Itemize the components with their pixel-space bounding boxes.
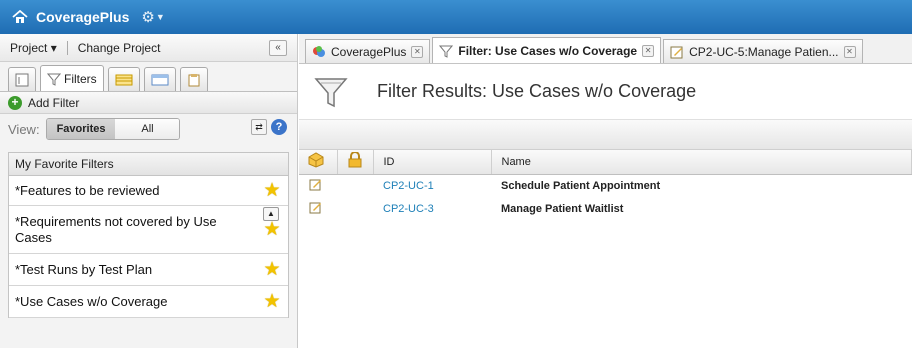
- star-icon[interactable]: ★: [262, 259, 282, 280]
- page-title: Filter Results: Use Cases w/o Coverage: [377, 81, 697, 101]
- project-bar: Project ▾ Change Project «: [0, 34, 297, 62]
- results-table: ID Name CP2-UC-1 Schedule Patient Appoin…: [299, 150, 912, 220]
- tab-coverageplus[interactable]: CoveragePlus ✕: [305, 39, 431, 63]
- list-item[interactable]: *Requirements not covered by Use Cases ★: [9, 206, 288, 254]
- toolbar: [299, 120, 912, 150]
- document-tabs: CoveragePlus ✕ Filter: Use Cases w/o Cov…: [299, 34, 912, 64]
- left-tabs: Filters: [0, 62, 297, 92]
- tab-filters[interactable]: Filters: [40, 65, 104, 91]
- view-all-button[interactable]: All: [115, 119, 180, 139]
- edit-icon: [670, 46, 683, 58]
- tab-filter[interactable]: Filter: Use Cases w/o Coverage ✕: [432, 37, 662, 63]
- star-icon[interactable]: ★: [262, 291, 282, 312]
- close-icon[interactable]: ✕: [843, 45, 856, 58]
- add-circle-icon[interactable]: +: [8, 95, 22, 110]
- table-row[interactable]: CP2-UC-3 Manage Patient Waitlist: [299, 197, 912, 220]
- star-icon[interactable]: ★: [262, 180, 282, 201]
- column-id[interactable]: ID: [373, 150, 492, 175]
- row-name: Manage Patient Waitlist: [501, 202, 624, 215]
- tab-label: CP2-UC-5:Manage Patien...: [689, 44, 839, 59]
- tab-clipboard[interactable]: [179, 67, 208, 91]
- table-icon: [115, 74, 133, 85]
- row-type: [299, 197, 337, 220]
- lock-icon: [348, 151, 361, 168]
- app-title[interactable]: CoveragePlus: [36, 9, 129, 25]
- favorite-filter-label: *Requirements not covered by Use Cases: [15, 213, 217, 245]
- funnel-icon: [314, 77, 348, 107]
- tab-use-case[interactable]: CP2-UC-5:Manage Patien... ✕: [663, 39, 863, 63]
- main-panel: CoveragePlus ✕ Filter: Use Cases w/o Cov…: [299, 34, 912, 348]
- change-project-link[interactable]: Change Project: [78, 41, 161, 55]
- favorites-list: *Features to be reviewed ★ *Requirements…: [8, 176, 289, 318]
- collapse-panel-button[interactable]: «: [269, 40, 287, 56]
- column-lock[interactable]: [337, 150, 374, 175]
- add-filter-button[interactable]: Add Filter: [28, 96, 79, 110]
- close-icon[interactable]: ✕: [411, 45, 424, 58]
- view-favorites-button[interactable]: Favorites: [46, 119, 116, 139]
- results-header: Filter Results: Use Cases w/o Coverage: [299, 64, 912, 120]
- favorites-header-label: My Favorite Filters: [15, 157, 114, 171]
- gear-icon[interactable]: ⚙: [141, 8, 154, 26]
- funnel-icon: [47, 73, 61, 86]
- edit-icon: [309, 202, 321, 213]
- row-type: [299, 174, 337, 197]
- column-type[interactable]: [299, 150, 338, 175]
- row-lock: [337, 174, 373, 197]
- chevron-down-icon[interactable]: ▼: [156, 12, 165, 22]
- row-id-link[interactable]: CP2-UC-3: [373, 197, 491, 220]
- package-icon: [308, 152, 324, 168]
- list-item[interactable]: *Test Runs by Test Plan ★: [9, 254, 288, 286]
- favorite-filter-label: *Use Cases w/o Coverage: [15, 293, 168, 309]
- add-filter-bar: + Add Filter ⇄ ?: [0, 92, 297, 135]
- tab-filters-label: Filters: [64, 71, 97, 86]
- view-label: View:: [8, 121, 40, 137]
- edit-icon: [309, 179, 321, 191]
- favorites-header: My Favorite Filters ▲: [8, 152, 289, 221]
- view-toggle: Favorites All: [45, 118, 181, 140]
- left-panel: Project ▾ Change Project « Filters + Add…: [0, 34, 298, 348]
- project-icon: [313, 45, 325, 57]
- row-name: Schedule Patient Appointment: [501, 179, 661, 192]
- column-name[interactable]: Name: [491, 150, 912, 175]
- favorite-filter-label: *Features to be reviewed: [15, 182, 160, 198]
- refresh-icon[interactable]: ⇄: [251, 119, 267, 135]
- divider: [66, 40, 68, 55]
- star-icon[interactable]: ★: [262, 219, 282, 240]
- tab-label: Filter: Use Cases w/o Coverage: [458, 43, 638, 58]
- tree-icon: [15, 73, 29, 86]
- table-row[interactable]: CP2-UC-1 Schedule Patient Appointment: [299, 174, 912, 197]
- help-icon[interactable]: ?: [271, 119, 287, 135]
- table-header-row: ID Name: [299, 150, 912, 175]
- close-icon[interactable]: ✕: [642, 44, 655, 57]
- tab-tree[interactable]: [8, 67, 36, 91]
- tab-window[interactable]: [143, 67, 176, 91]
- funnel-icon: [439, 45, 454, 58]
- tab-label: CoveragePlus: [331, 44, 407, 59]
- list-item[interactable]: *Features to be reviewed ★: [9, 176, 288, 206]
- project-menu[interactable]: Project ▾: [10, 41, 57, 55]
- favorite-filter-label: *Test Runs by Test Plan: [15, 261, 153, 277]
- list-item[interactable]: *Use Cases w/o Coverage ★: [9, 286, 288, 318]
- clipboard-icon: [188, 73, 200, 86]
- row-id-link[interactable]: CP2-UC-1: [373, 174, 491, 197]
- top-bar: CoveragePlus ⚙ ▼: [0, 0, 912, 34]
- home-icon[interactable]: [12, 10, 28, 24]
- tab-table[interactable]: [107, 67, 140, 91]
- window-icon: [151, 74, 169, 85]
- row-lock: [337, 197, 373, 220]
